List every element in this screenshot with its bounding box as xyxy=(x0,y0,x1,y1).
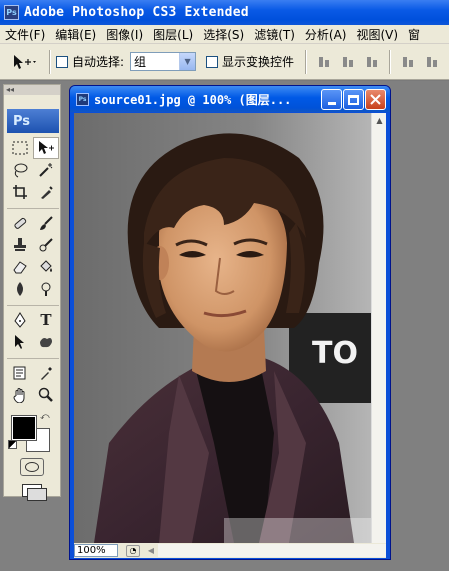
menu-image[interactable]: 图像(I) xyxy=(101,26,148,43)
align-left-icon[interactable] xyxy=(401,55,415,69)
maximize-button[interactable] xyxy=(343,89,364,110)
clone-stamp-icon[interactable] xyxy=(7,234,33,256)
blur-tool-icon[interactable] xyxy=(7,278,33,300)
foreground-color-swatch[interactable] xyxy=(11,415,37,441)
document-title-bar[interactable]: Ps source01.jpg @ 100% (图层... xyxy=(70,86,390,112)
brush-tool-icon[interactable] xyxy=(33,212,59,234)
eyedropper-slice-icon[interactable] xyxy=(33,181,59,203)
marquee-tool-icon[interactable] xyxy=(7,137,33,159)
quick-mask-mode-icon[interactable] xyxy=(20,458,44,476)
tool-grid: T xyxy=(7,137,60,406)
zoom-level-field[interactable]: 100% xyxy=(74,544,118,557)
status-menu-icon[interactable]: ◔ xyxy=(126,544,140,557)
menu-select[interactable]: 选择(S) xyxy=(198,26,249,43)
notes-tool-icon[interactable] xyxy=(7,362,33,384)
minimize-button[interactable] xyxy=(321,89,342,110)
chevron-down-icon[interactable]: ▼ xyxy=(179,53,196,70)
auto-select-label: 自动选择: xyxy=(72,55,125,69)
svg-text:TO: TO xyxy=(312,336,358,371)
magic-wand-icon[interactable] xyxy=(33,159,59,181)
document-title: source01.jpg @ 100% (图层... xyxy=(94,92,292,107)
zoom-tool-icon[interactable] xyxy=(33,384,59,406)
maximize-icon xyxy=(348,94,359,105)
scroll-up-icon[interactable]: ▲ xyxy=(372,113,387,128)
auto-select-dropdown[interactable]: 组 ▼ xyxy=(130,52,197,71)
menu-bar: 文件(F) 编辑(E) 图像(I) 图层(L) 选择(S) 滤镜(T) 分析(A… xyxy=(0,25,449,44)
horizontal-scrollbar[interactable] xyxy=(158,544,386,557)
minimize-icon xyxy=(327,102,336,105)
dodge-tool-icon[interactable] xyxy=(33,278,59,300)
move-tool-preset-picker[interactable] xyxy=(6,49,44,75)
photoshop-app-icon: Ps xyxy=(4,5,19,20)
screen-mode-icon[interactable] xyxy=(20,482,48,501)
menu-filter[interactable]: 滤镜(T) xyxy=(249,26,300,43)
menu-analysis[interactable]: 分析(A) xyxy=(300,26,352,43)
paint-bucket-icon[interactable] xyxy=(33,256,59,278)
eraser-tool-icon[interactable] xyxy=(7,256,33,278)
show-transform-label: 显示变换控件 xyxy=(222,55,295,69)
auto-select-value: 组 xyxy=(134,55,147,69)
custom-shape-icon[interactable] xyxy=(33,331,59,353)
color-swatches: ⤺ xyxy=(4,412,60,452)
crop-tool-icon[interactable] xyxy=(7,181,33,203)
image-canvas[interactable]: TO xyxy=(74,113,371,543)
align-top-icon[interactable] xyxy=(317,55,331,69)
tool-separator xyxy=(7,203,59,209)
eyedropper-icon[interactable] xyxy=(33,362,59,384)
toolbox-panel: ◂◂ Ps T ⤺ xyxy=(3,84,61,501)
tool-separator xyxy=(7,353,59,359)
options-bar: 自动选择: 组 ▼ 显示变换控件 xyxy=(0,44,449,80)
menu-layer[interactable]: 图层(L) xyxy=(148,26,198,43)
move-tool-icon[interactable] xyxy=(33,137,59,159)
document-status-bar: 100% ◔ ◀ xyxy=(74,543,386,558)
options-separator xyxy=(389,49,392,74)
type-tool-icon[interactable]: T xyxy=(33,309,59,331)
scroll-left-icon[interactable]: ◀ xyxy=(144,545,158,557)
align-bottom-icon[interactable] xyxy=(365,55,379,69)
align-horizontal-center-icon[interactable] xyxy=(425,55,439,69)
toolbox-collapse[interactable]: ◂◂ xyxy=(4,85,60,95)
tool-separator xyxy=(7,300,59,306)
document-icon: Ps xyxy=(76,92,89,106)
default-colors-icon[interactable] xyxy=(8,440,17,449)
auto-select-checkbox[interactable] xyxy=(56,55,68,68)
options-separator xyxy=(49,49,51,74)
align-vertical-center-icon[interactable] xyxy=(341,55,355,69)
show-transform-checkbox[interactable] xyxy=(206,55,219,68)
document-window: Ps source01.jpg @ 100% (图层... TO ▲ 100% … xyxy=(69,85,391,560)
menu-view[interactable]: 视图(V) xyxy=(351,26,403,43)
close-icon xyxy=(370,94,381,105)
menu-window[interactable]: 窗 xyxy=(403,26,425,43)
vertical-scrollbar[interactable]: ▲ xyxy=(371,113,386,543)
portrait-photo: TO xyxy=(74,113,371,543)
lasso-tool-icon[interactable] xyxy=(7,159,33,181)
pen-tool-icon[interactable] xyxy=(7,309,33,331)
menu-file[interactable]: 文件(F) xyxy=(0,26,50,43)
app-title: Adobe Photoshop CS3 Extended xyxy=(24,5,249,20)
menu-edit[interactable]: 编辑(E) xyxy=(50,26,101,43)
options-separator xyxy=(305,49,308,74)
photoshop-logo[interactable]: Ps xyxy=(7,109,59,133)
path-selection-icon[interactable] xyxy=(7,331,33,353)
move-tool-icon xyxy=(14,54,36,69)
hand-tool-icon[interactable] xyxy=(7,384,33,406)
history-brush-icon[interactable] xyxy=(33,234,59,256)
swap-colors-icon[interactable]: ⤺ xyxy=(40,412,50,422)
app-title-bar: Ps Adobe Photoshop CS3 Extended xyxy=(0,0,449,25)
close-button[interactable] xyxy=(365,89,386,110)
healing-brush-icon[interactable] xyxy=(7,212,33,234)
